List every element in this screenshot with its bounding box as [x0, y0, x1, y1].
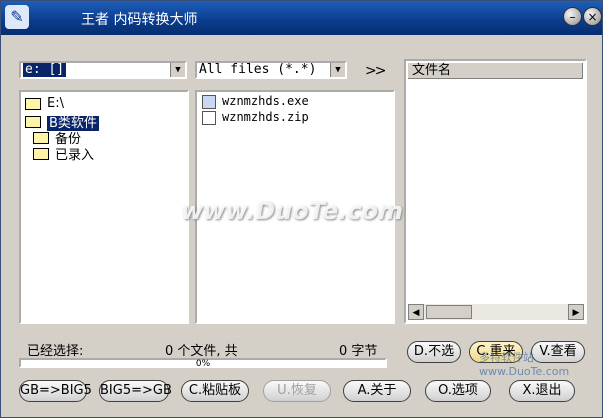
scroll-thumb[interactable] — [426, 305, 472, 319]
scroll-left-icon[interactable]: ◀ — [408, 304, 424, 320]
chevron-down-icon[interactable]: ▼ — [170, 63, 185, 77]
options-button[interactable]: O.选项 — [425, 380, 491, 402]
progress-bar: 0% — [19, 358, 387, 369]
exe-icon — [202, 94, 216, 109]
file-filter-value: All files (*.*) — [199, 62, 317, 77]
file-count: 0 个文件, 共 — [165, 344, 238, 359]
exit-button[interactable]: X.退出 — [509, 380, 575, 402]
tools-icon: ✎ — [5, 5, 29, 29]
unselect-button[interactable]: D.不选 — [407, 341, 461, 363]
folder-open-icon — [25, 115, 41, 128]
clipboard-button[interactable]: C.粘贴板 — [181, 380, 249, 402]
minimize-button[interactable]: – — [563, 7, 582, 26]
drive-select-value: e: [] — [23, 62, 67, 77]
about-button[interactable]: A.关于 — [343, 380, 411, 402]
folder-icon — [33, 147, 49, 160]
window-title: 王者 内码转换大师 — [81, 12, 198, 28]
restore-button[interactable]: U.恢复 — [263, 380, 331, 402]
folder-icon — [33, 131, 49, 144]
selected-label: 已经选择: — [27, 344, 84, 359]
file-item[interactable]: wznmzhds.zip — [202, 110, 309, 126]
tree-item[interactable]: 备份 — [33, 128, 81, 147]
drive-select[interactable]: e: [] ▼ — [19, 61, 187, 79]
gb-to-big5-button[interactable]: GB=>BIG5 — [19, 380, 92, 402]
byte-count: 0 字节 — [339, 344, 378, 359]
file-icon — [202, 110, 216, 125]
big5-to-gb-button[interactable]: BIG5=>GB — [99, 380, 172, 402]
app-window: ✎ 王者 内码转换大师 – × e: [] ▼ All files (*.*) … — [0, 0, 603, 418]
tree-item-selected[interactable]: B类软件 — [25, 112, 185, 131]
tree-item[interactable]: 已录入 — [33, 144, 94, 163]
status-area: 已经选择: 0 个文件, 共 0 字节 0% — [19, 336, 389, 369]
close-button[interactable]: × — [583, 7, 602, 26]
tree-item[interactable]: E:\ — [25, 96, 64, 112]
title-bar: ✎ 王者 内码转换大师 – × — [1, 1, 602, 35]
watermark: www.DuoTe.com — [181, 197, 403, 225]
directory-tree[interactable]: E:\ B类软件 备份 已录入 — [19, 90, 189, 324]
column-header-filename[interactable]: 文件名 — [408, 63, 583, 79]
file-item[interactable]: wznmzhds.exe — [202, 94, 309, 110]
chevron-down-icon[interactable]: ▼ — [330, 63, 345, 77]
corner-watermark: 多特软件站 www.DuoTe.com — [479, 351, 570, 378]
progress-text: 0% — [195, 359, 211, 369]
file-filter-select[interactable]: All files (*.*) ▼ — [195, 61, 347, 79]
add-files-button[interactable]: >> — [365, 63, 387, 79]
selected-files-list[interactable]: 文件名 ◀ ▶ — [404, 59, 587, 324]
horizontal-scrollbar[interactable]: ◀ ▶ — [408, 304, 584, 320]
folder-open-icon — [25, 97, 41, 110]
scroll-right-icon[interactable]: ▶ — [568, 304, 584, 320]
